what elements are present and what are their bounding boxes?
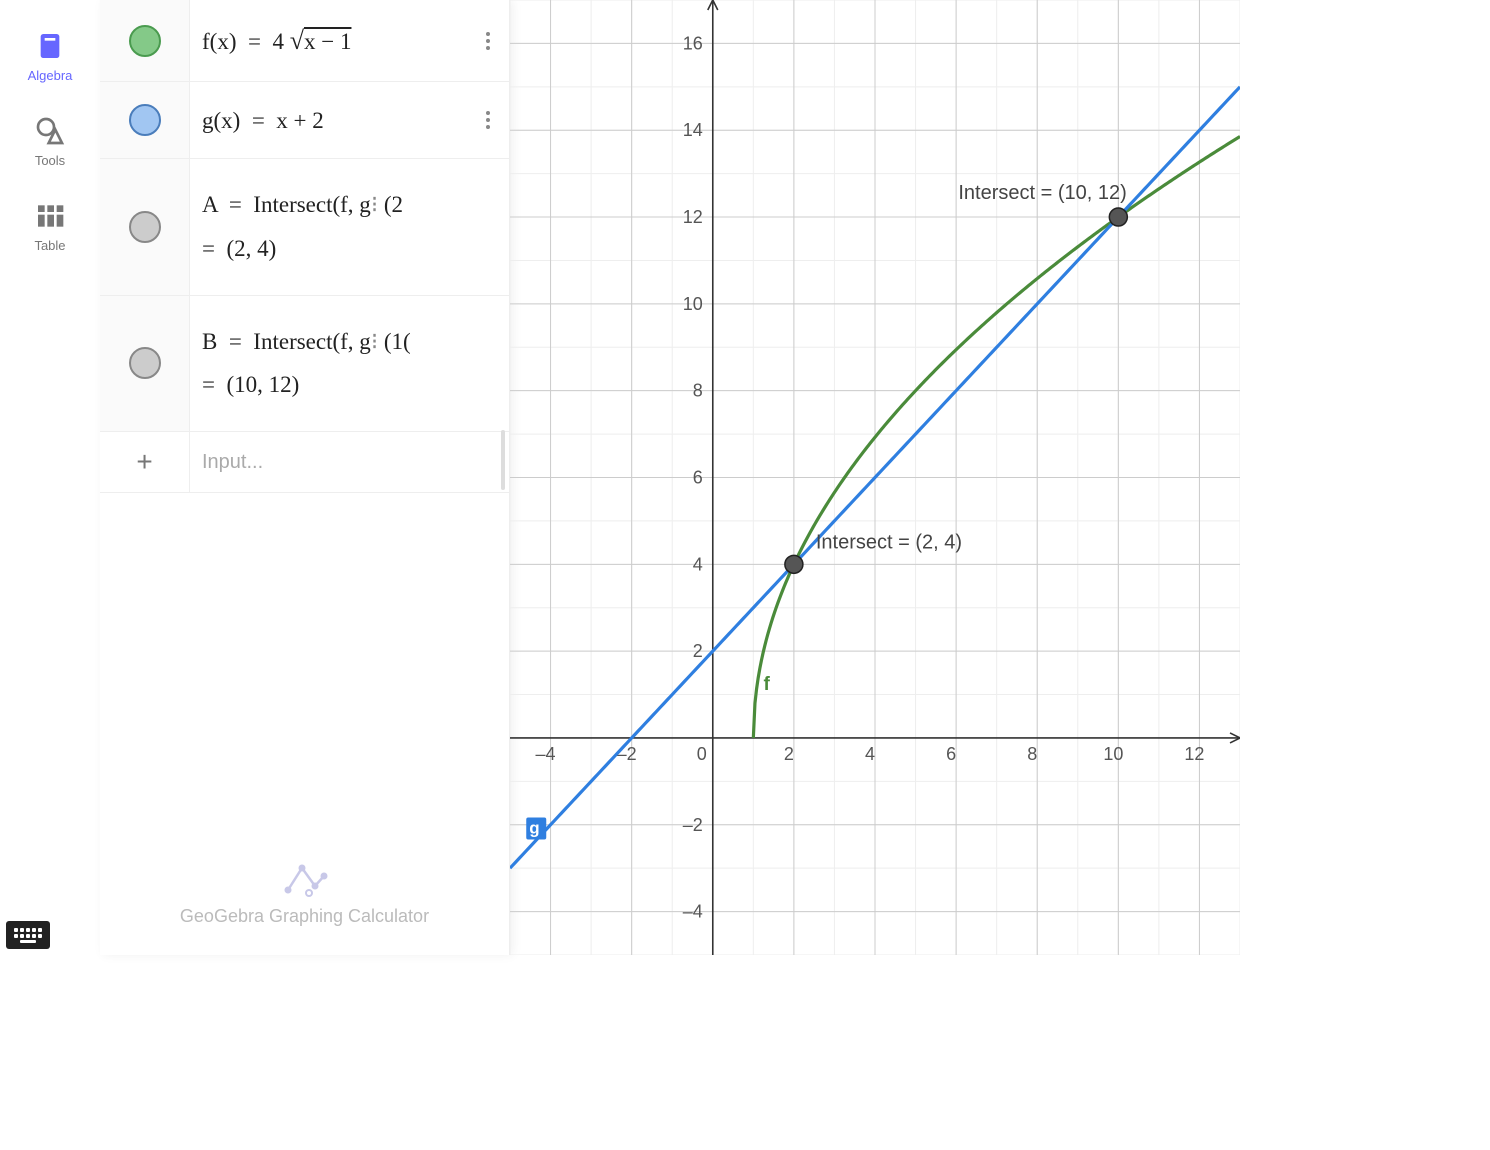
svg-text:–4: –4	[683, 902, 703, 922]
circle-icon	[129, 25, 161, 57]
nav-tools[interactable]: Tools	[0, 115, 100, 168]
nav-algebra[interactable]: Algebra	[0, 30, 100, 83]
svg-text:10: 10	[683, 294, 703, 314]
scroll-indicator	[501, 430, 505, 490]
visibility-toggle[interactable]	[100, 296, 190, 431]
algebra-panel: f(x) = 4 √x − 1 g(x) = x + 2 A = Interse…	[100, 0, 510, 955]
svg-text:12: 12	[683, 207, 703, 227]
graph-canvas[interactable]: –4 –2 0 2 4 6 8 10 12 –4 –2 2 4 6 8 10 12 14 16 f g Intersect…	[510, 0, 1240, 955]
svg-text:10: 10	[1103, 744, 1123, 764]
svg-text:–2: –2	[683, 815, 703, 835]
svg-text:f: f	[763, 674, 770, 695]
expression-row[interactable]: A = Intersect(f, g⁝ (2= (2, 4)	[100, 159, 509, 295]
svg-text:16: 16	[683, 33, 703, 53]
expression-input[interactable]: Input...	[190, 432, 509, 492]
circle-icon	[129, 211, 161, 243]
svg-text:g: g	[529, 818, 539, 837]
geogebra-logo-icon	[282, 862, 328, 898]
svg-text:2: 2	[784, 744, 794, 764]
nav-algebra-label: Algebra	[28, 68, 73, 83]
svg-text:6: 6	[946, 744, 956, 764]
expression-formula: g(x) = x + 2	[202, 99, 324, 143]
add-expression-button[interactable]: +	[100, 432, 190, 492]
expression-formula: A = Intersect(f, g⁝ (2= (2, 4)	[202, 183, 403, 270]
panel-footer: GeoGebra Graphing Calculator	[100, 862, 509, 955]
svg-text:8: 8	[693, 381, 703, 401]
input-row[interactable]: + Input...	[100, 432, 509, 493]
nav-sidebar: Algebra Tools Table	[0, 0, 100, 955]
svg-text:8: 8	[1027, 744, 1037, 764]
visibility-toggle[interactable]	[100, 0, 190, 81]
expression-formula: f(x) = 4 √x − 1	[202, 16, 351, 65]
svg-text:12: 12	[1184, 744, 1204, 764]
circle-icon	[129, 347, 161, 379]
more-button[interactable]	[479, 111, 497, 129]
keyboard-button[interactable]	[6, 921, 50, 949]
svg-text:4: 4	[865, 744, 875, 764]
svg-text:4: 4	[693, 554, 703, 574]
expression-row[interactable]: f(x) = 4 √x − 1	[100, 0, 509, 82]
nav-table-label: Table	[34, 238, 65, 253]
table-icon	[34, 200, 66, 232]
svg-text:–4: –4	[536, 744, 556, 764]
footer-text: GeoGebra Graphing Calculator	[100, 906, 509, 927]
svg-text:–2: –2	[617, 744, 637, 764]
expression-row[interactable]: g(x) = x + 2	[100, 82, 509, 159]
svg-text:Intersect = (10, 12): Intersect = (10, 12)	[958, 182, 1126, 204]
shapes-icon	[34, 115, 66, 147]
svg-text:14: 14	[683, 120, 703, 140]
svg-text:Intersect = (2, 4): Intersect = (2, 4)	[816, 531, 962, 553]
svg-text:0: 0	[697, 744, 707, 764]
svg-text:6: 6	[693, 468, 703, 488]
nav-table[interactable]: Table	[0, 200, 100, 253]
more-button[interactable]	[479, 32, 497, 50]
expression-formula: B = Intersect(f, g⁝ (1(= (10, 12)	[202, 320, 408, 407]
expression-row[interactable]: B = Intersect(f, g⁝ (1(= (10, 12)	[100, 296, 509, 432]
calculator-icon	[34, 30, 66, 62]
visibility-toggle[interactable]	[100, 82, 190, 158]
visibility-toggle[interactable]	[100, 159, 190, 294]
nav-tools-label: Tools	[35, 153, 65, 168]
circle-icon	[129, 104, 161, 136]
svg-text:2: 2	[693, 641, 703, 661]
